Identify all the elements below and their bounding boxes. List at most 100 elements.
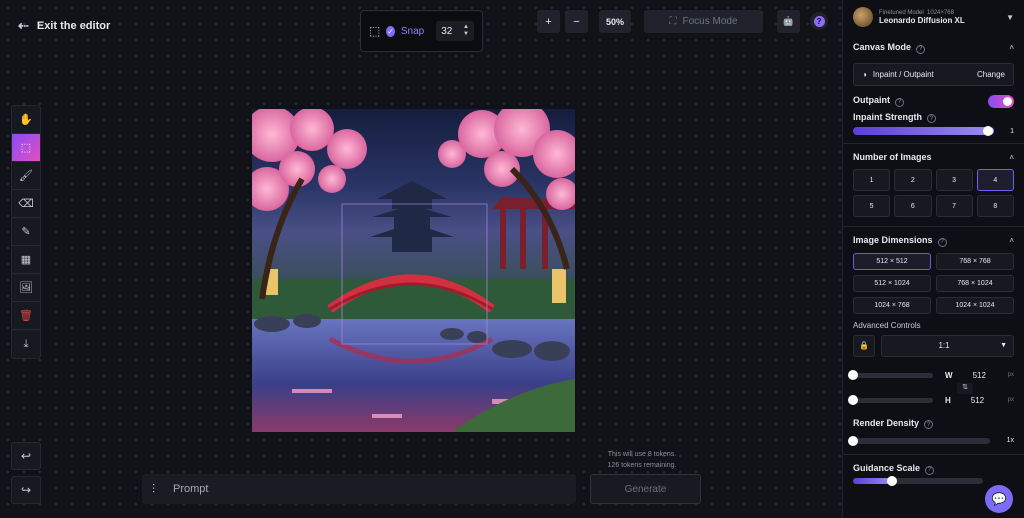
generate-button[interactable]: Generate: [590, 474, 701, 504]
guidance-scale-slider[interactable]: [853, 475, 983, 486]
width-slider[interactable]: W 512 px: [848, 369, 1014, 380]
model-selector[interactable]: Finetuned Model 1024×768 Leonardo Diffus…: [853, 2, 1014, 32]
focus-mode-label: Focus Mode: [682, 16, 738, 27]
zoom-level[interactable]: 50%: [599, 10, 631, 33]
snap-label: Snap: [400, 25, 425, 37]
height-slider[interactable]: H 512 px: [848, 394, 1014, 405]
chevron-up-icon: ˄: [1009, 43, 1014, 53]
model-avatar: [853, 7, 873, 27]
num-images-option[interactable]: 7: [935, 195, 973, 217]
slider-knob[interactable]: [983, 126, 994, 136]
inpaint-strength-title: Inpaint Strength: [853, 111, 922, 122]
num-images-option[interactable]: 5: [853, 195, 891, 217]
prompt-input[interactable]: ⫶ Prompt: [142, 474, 576, 504]
snap-value: 32: [441, 25, 453, 37]
token-remaining-text: 126 tokens remaining.: [607, 462, 677, 469]
swap-dimensions-icon[interactable]: ⇅: [957, 382, 973, 394]
exit-editor-button[interactable]: ⇠ Exit the editor: [18, 18, 110, 34]
stepper-arrows-icon[interactable]: ▲ ▼: [463, 24, 469, 38]
question-icon[interactable]: ?: [925, 465, 935, 475]
zoom-in-button[interactable]: +: [537, 10, 560, 33]
outpaint-row: Outpaint?: [853, 94, 1014, 108]
snap-checkbox[interactable]: ✓: [386, 25, 395, 37]
outpaint-toggle[interactable]: [988, 94, 1014, 108]
chevron-down-icon: ▼: [1006, 12, 1014, 22]
dimension-option[interactable]: 768 × 768: [936, 252, 1014, 270]
layout-icon[interactable]: ▦: [12, 246, 40, 274]
question-icon[interactable]: ?: [927, 114, 936, 123]
dimension-options: 512 × 512 768 × 768 512 × 1024 768 × 102…: [853, 252, 1014, 314]
settings-panel: Finetuned Model 1024×768 Leonardo Diffus…: [842, 0, 1024, 518]
canvas-mode-box: ◑ Inpaint / Outpaint Change: [853, 62, 1014, 86]
selection-icon[interactable]: ⬚: [369, 24, 380, 38]
change-mode-button[interactable]: Change: [977, 70, 1005, 79]
pencil-icon[interactable]: ✎: [12, 218, 40, 246]
token-usage-text: This will use 8 tokens.: [607, 451, 677, 458]
model-name: Leonardo Diffusion XL: [879, 15, 965, 25]
height-label: H: [945, 395, 951, 405]
dimension-option[interactable]: 1024 × 1024: [936, 296, 1014, 314]
dimension-option[interactable]: 1024 × 768: [853, 296, 931, 314]
redo-icon[interactable]: ↪: [11, 476, 41, 504]
chevron-up-icon: ˄: [1009, 152, 1014, 162]
width-unit: px: [1007, 372, 1014, 378]
chevron-up-icon: ˄: [1009, 236, 1014, 246]
chevron-down-icon: ▼: [1000, 342, 1007, 349]
lock-icon[interactable]: 🔒: [853, 334, 875, 357]
sliders-icon[interactable]: ⫶: [152, 482, 155, 497]
aspect-ratio-select[interactable]: 1:1 ▼: [881, 334, 1014, 357]
model-size: 1024×768: [927, 9, 954, 16]
dimension-option[interactable]: 512 × 1024: [853, 274, 931, 292]
num-images-option-selected[interactable]: 4: [976, 169, 1014, 191]
left-toolbar: ✋ ⬚ 🖌 ⌫ ✎ ▦ 🖼 🗑 ⤓: [11, 105, 41, 359]
canvas-area[interactable]: ⇠ Exit the editor ⬚ ✓ Snap 32 ▲ ▼ + − 50%…: [0, 0, 842, 518]
snap-value-stepper[interactable]: 32 ▲ ▼: [436, 21, 474, 41]
arrow-left-icon: ⇠: [18, 18, 29, 33]
height-unit: px: [1007, 397, 1014, 403]
help-button[interactable]: ?: [810, 12, 828, 30]
render-density-header: Render Density?: [853, 417, 1014, 429]
advanced-controls-title: Advanced Controls: [853, 320, 921, 330]
focus-mode-button[interactable]: ⛶ Focus Mode: [644, 10, 763, 33]
question-icon[interactable]: ?: [895, 97, 904, 107]
guidance-scale-title: Guidance Scale: [853, 463, 921, 473]
num-images-option[interactable]: 6: [894, 195, 932, 217]
height-value[interactable]: 512: [971, 396, 984, 405]
render-density-value: 1x: [1006, 437, 1014, 444]
eraser-icon[interactable]: ⌫: [12, 190, 40, 218]
inpaint-strength-slider[interactable]: 1: [853, 126, 1014, 136]
render-density-title: Render Density: [853, 417, 920, 428]
num-images-option[interactable]: 1: [853, 169, 891, 191]
question-icon[interactable]: ?: [916, 44, 926, 54]
zoom-out-button[interactable]: −: [565, 10, 588, 33]
snap-control: ⬚ ✓ Snap 32 ▲ ▼: [360, 10, 483, 52]
hand-icon[interactable]: ✋: [12, 106, 40, 134]
brush-icon[interactable]: 🖌: [12, 162, 40, 190]
undo-icon[interactable]: ↩: [11, 442, 41, 470]
robot-icon[interactable]: 🤖: [777, 10, 800, 33]
chat-support-icon[interactable]: 💬: [985, 485, 1013, 513]
question-icon[interactable]: ?: [937, 237, 947, 247]
canvas-mode-header[interactable]: Canvas Mode? ˄: [853, 42, 1014, 54]
inpaint-strength-value: 1: [1010, 127, 1014, 135]
width-value[interactable]: 512: [973, 371, 986, 380]
focus-icon: ⛶: [669, 16, 677, 27]
canvas-image[interactable]: [252, 109, 575, 432]
width-label: W: [945, 370, 953, 380]
num-images-option[interactable]: 8: [976, 195, 1014, 217]
num-images-option[interactable]: 3: [935, 169, 973, 191]
dimension-option-selected[interactable]: 512 × 512: [853, 252, 931, 270]
select-icon[interactable]: ⬚: [12, 134, 40, 162]
render-density-slider[interactable]: 1x: [848, 435, 1014, 446]
token-info: This will use 8 tokens. 126 tokens remai…: [590, 449, 694, 471]
aspect-ratio-value: 1:1: [938, 341, 950, 350]
dimension-option[interactable]: 768 × 1024: [936, 274, 1014, 292]
question-icon[interactable]: ?: [924, 420, 934, 429]
image-icon[interactable]: 🖼: [12, 274, 40, 302]
dimensions-header[interactable]: Image Dimensions? ˄: [853, 235, 1014, 247]
num-images-option[interactable]: 2: [894, 169, 932, 191]
download-icon[interactable]: ⤓: [12, 330, 40, 358]
num-images-header[interactable]: Number of Images ˄: [853, 152, 1014, 162]
model-badge: Finetuned Model: [879, 9, 924, 16]
trash-icon[interactable]: 🗑: [12, 302, 40, 330]
